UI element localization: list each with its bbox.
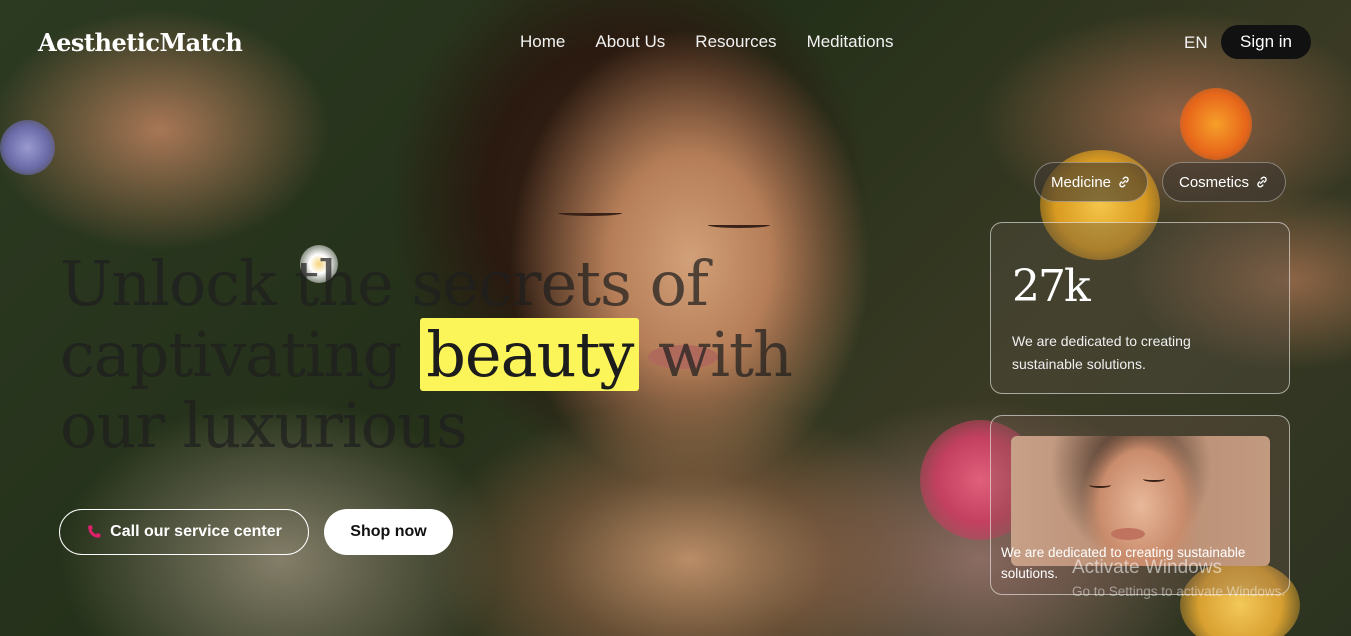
call-button-label: Call our service center (110, 523, 282, 540)
hero-headline: Unlock the secrets of captivating beauty… (60, 248, 840, 461)
closed-eye-left (558, 210, 622, 216)
nav-meditations[interactable]: Meditations (807, 32, 894, 52)
phone-icon (88, 525, 101, 538)
main-nav: Home About Us Resources Meditations (520, 32, 894, 52)
flower-purple (0, 120, 55, 175)
portrait-eye-right (1143, 476, 1165, 482)
tag-cosmetics[interactable]: Cosmetics (1162, 162, 1287, 202)
headline-highlight: beauty (420, 318, 640, 391)
closed-eye-right (708, 222, 770, 228)
tag-cosmetics-label: Cosmetics (1179, 173, 1250, 191)
tag-medicine[interactable]: Medicine (1034, 162, 1149, 202)
activate-windows-subtitle: Go to Settings to activate Windows. (1072, 584, 1286, 599)
link-icon (1119, 176, 1129, 188)
nav-about-us[interactable]: About Us (595, 32, 665, 52)
brand-logo[interactable]: AestheticMatch (38, 28, 243, 57)
stat-value: 27k (1012, 261, 1091, 312)
language-selector[interactable]: EN (1184, 33, 1208, 53)
flower-orange (1180, 88, 1252, 160)
shop-now-button[interactable]: Shop now (324, 509, 453, 555)
nav-home[interactable]: Home (520, 32, 565, 52)
portrait-lips (1111, 528, 1145, 540)
tag-medicine-label: Medicine (1051, 173, 1112, 191)
sign-in-button[interactable]: Sign in (1221, 25, 1311, 59)
portrait-eye-left (1089, 482, 1111, 488)
activate-windows-title: Activate Windows (1072, 557, 1222, 578)
stat-description: We are dedicated to creating sustainable… (1012, 333, 1191, 372)
call-service-center-button[interactable]: Call our service center (59, 509, 309, 555)
stat-card: 27k We are dedicated to creating sustain… (990, 222, 1290, 394)
nav-resources[interactable]: Resources (695, 32, 776, 52)
link-icon (1257, 176, 1267, 188)
